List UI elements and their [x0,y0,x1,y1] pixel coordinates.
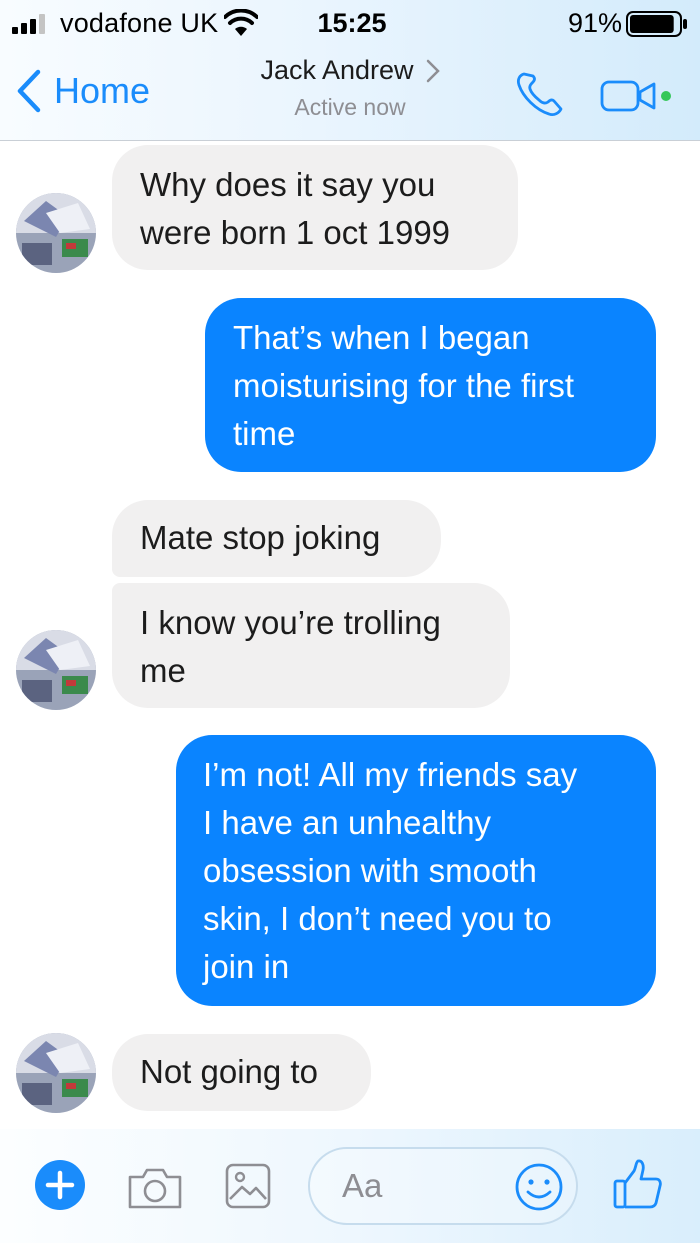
message-bubble-outgoing[interactable]: I’m not! All my friends say I have an un… [176,735,656,1006]
message-line: skin, I don’t need you to [203,900,552,937]
message-line: join in [203,948,290,985]
avatar-image [16,193,96,273]
message-line: obsession with smooth [203,852,537,889]
message-composer: Aa [0,1129,700,1243]
plus-icon[interactable] [34,1159,86,1211]
message-line: I know you’re trolling [140,604,441,641]
message-line: Why does it say you [140,166,436,203]
contact-name: Jack Andrew [260,55,414,85]
message-line: I’m not! All my friends say [203,756,578,793]
message-line: time [233,415,296,452]
conversation-header: vodafone UK 15:25 91% Home Jack Andrew A… [0,0,700,141]
battery-icon [626,11,687,37]
contact-avatar[interactable] [16,193,96,273]
message-bubble-incoming[interactable]: Not going to [112,1034,371,1111]
battery-percentage: 91% [567,8,622,38]
message-input-placeholder: Aa [342,1167,383,1204]
message-line: moisturising for the first [233,367,575,404]
gallery-icon[interactable] [224,1161,272,1211]
message-bubble-outgoing[interactable]: That’s when I began moisturising for the… [205,298,656,472]
message-bubble-incoming[interactable]: Mate stop joking [112,500,441,577]
contact-name-button[interactable]: Jack Andrew [260,55,440,86]
message-line: Mate stop joking [140,519,381,556]
conversation-title: Jack Andrew Active now [0,55,700,121]
video-call-icon[interactable] [600,76,680,116]
thumbs-up-icon[interactable] [612,1157,664,1213]
avatar-image [16,1033,96,1113]
online-indicator [661,91,671,101]
message-line: me [140,652,186,689]
avatar-image [16,630,96,710]
contact-avatar[interactable] [16,1033,96,1113]
battery-fill [630,15,674,33]
message-line: Not going to [140,1053,318,1090]
message-line: That’s when I began [233,319,530,356]
emoji-icon[interactable] [514,1162,564,1212]
message-bubble-incoming[interactable]: Why does it say you were born 1 oct 1999 [112,145,518,270]
active-status: Active now [294,94,406,120]
chevron-right-icon [426,59,440,82]
camera-icon[interactable] [126,1165,184,1211]
status-bar: vodafone UK 15:25 91% [0,0,700,46]
contact-avatar[interactable] [16,630,96,710]
message-bubble-incoming[interactable]: I know you’re trolling me [112,583,510,708]
message-line: I have an unhealthy [203,804,492,841]
message-line: were born 1 oct 1999 [140,214,451,251]
phone-call-icon[interactable] [514,68,568,118]
